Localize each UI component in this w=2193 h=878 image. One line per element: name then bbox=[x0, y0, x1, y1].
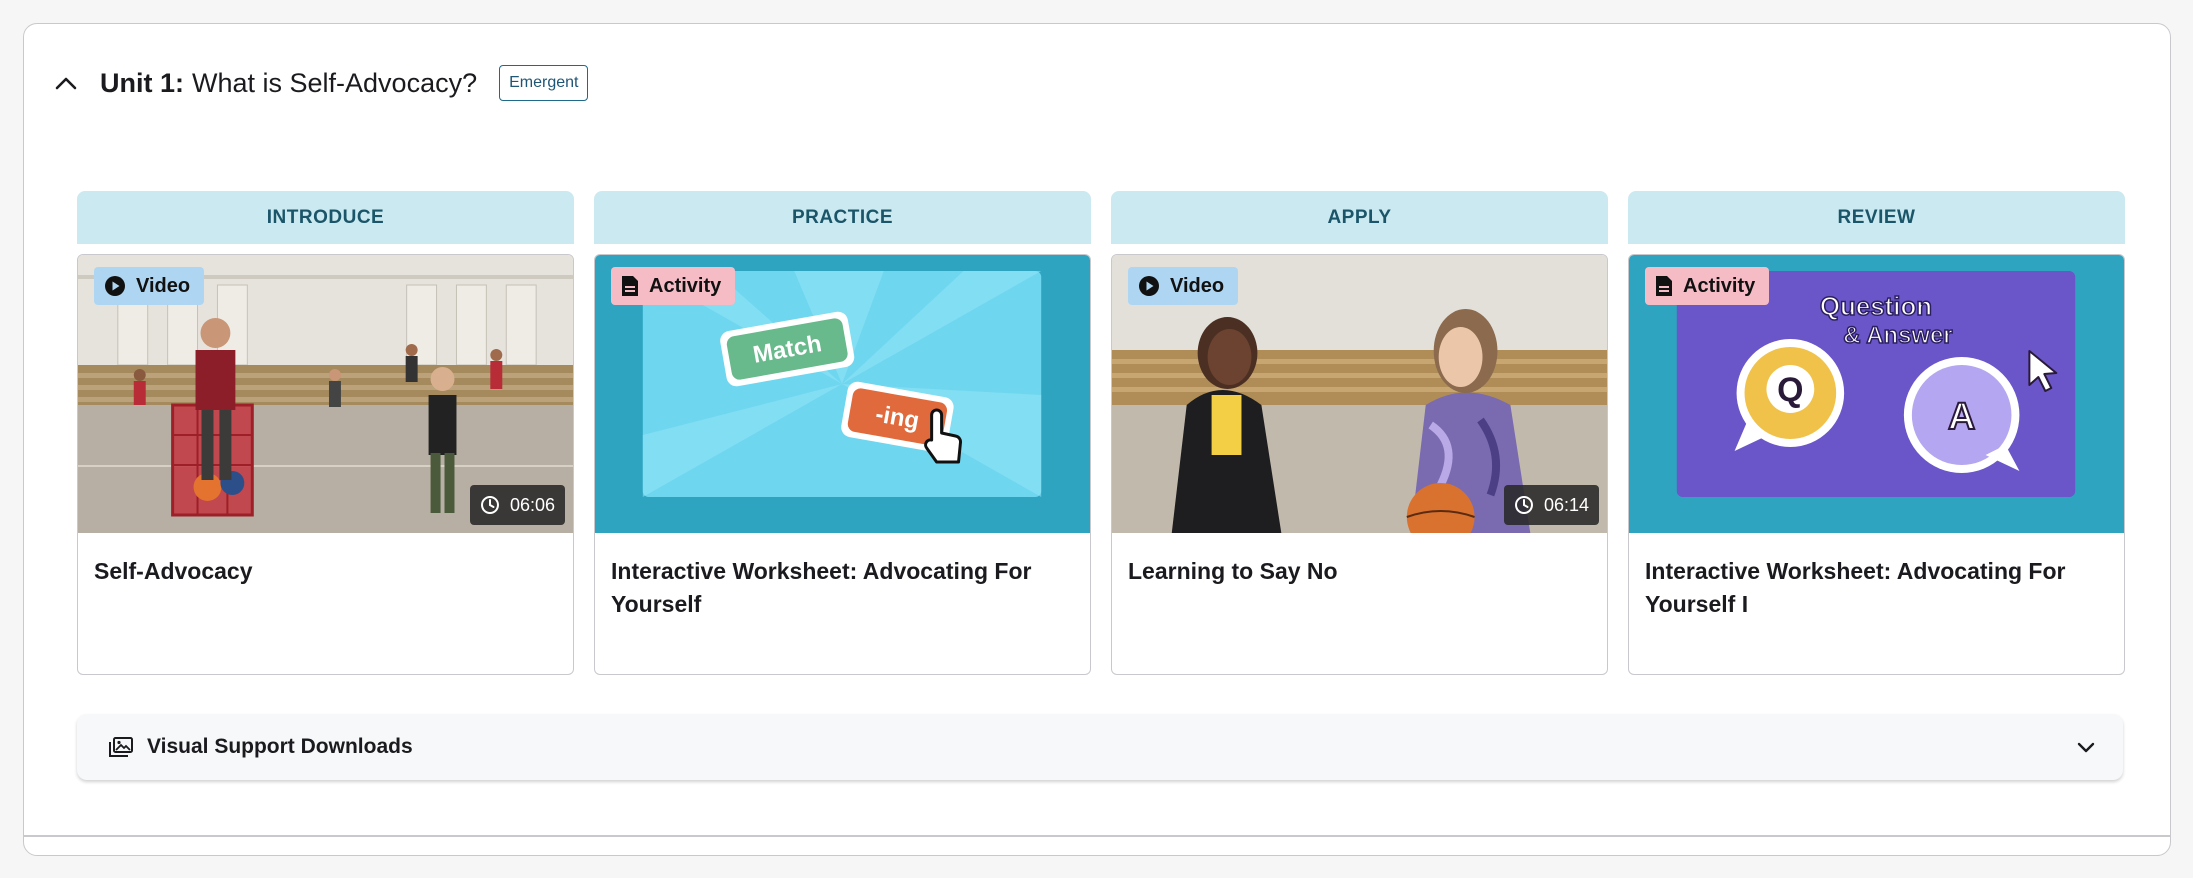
unit-title: Unit 1: What is Self-Advocacy? bbox=[100, 68, 477, 99]
content-type-badge: Activity bbox=[611, 267, 736, 305]
unit-header: Unit 1: What is Self-Advocacy? Emergent bbox=[50, 62, 589, 104]
content-type-label: Activity bbox=[649, 274, 722, 297]
art-text-q: Q bbox=[1777, 371, 1803, 409]
activity-thumbnail[interactable]: Match -ing Activity bbox=[595, 255, 1090, 533]
stage-practice: PRACTICE Match -ing Activity Interactive… bbox=[594, 191, 1091, 675]
chevron-up-icon bbox=[55, 77, 77, 90]
document-icon bbox=[1656, 276, 1672, 296]
lesson-card-self-advocacy[interactable]: Video 06:06 Self-Advocacy bbox=[77, 254, 574, 675]
stage-introduce: INTRODUCE Video 06:06 Self-Advocacy bbox=[77, 191, 574, 675]
duration-badge: 06:14 bbox=[1503, 485, 1599, 525]
video-thumbnail[interactable]: Video 06:06 bbox=[78, 255, 573, 533]
stage-header: PRACTICE bbox=[594, 191, 1091, 244]
image-gallery-icon bbox=[109, 737, 133, 757]
collapse-button[interactable] bbox=[50, 67, 82, 99]
duration-text: 06:06 bbox=[509, 494, 555, 515]
content-type-label: Video bbox=[136, 274, 191, 297]
lesson-card-worksheet[interactable]: Match -ing Activity Interactive Workshee… bbox=[594, 254, 1091, 675]
art-text-a: A bbox=[1948, 396, 1975, 438]
duration-text: 06:14 bbox=[1543, 494, 1589, 515]
stage-header: REVIEW bbox=[1628, 191, 2125, 244]
activity-thumbnail[interactable]: Question & Answer Q A Activity bbox=[1629, 255, 2124, 533]
content-type-label: Video bbox=[1170, 274, 1225, 297]
lesson-card-worksheet-review[interactable]: Question & Answer Q A Activity Interacti… bbox=[1628, 254, 2125, 675]
unit-number: Unit 1: bbox=[100, 67, 184, 98]
unit-name: What is Self-Advocacy? bbox=[192, 67, 478, 98]
stage-review: REVIEW Question & Answer Q A Activity In… bbox=[1628, 191, 2125, 675]
content-type-badge: Activity bbox=[1645, 267, 1770, 305]
card-title[interactable]: Self-Advocacy bbox=[78, 533, 573, 588]
play-circle-icon bbox=[105, 276, 125, 296]
card-title[interactable]: Learning to Say No bbox=[1112, 533, 1607, 588]
content-type-label: Activity bbox=[1683, 274, 1756, 297]
document-icon bbox=[622, 276, 638, 296]
downloads-label: Visual Support Downloads bbox=[147, 735, 413, 758]
card-title[interactable]: Interactive Worksheet: Advocating For Yo… bbox=[1629, 533, 2124, 621]
art-text-answer: & Answer bbox=[1843, 322, 1952, 349]
clock-icon bbox=[480, 496, 499, 514]
play-circle-icon bbox=[1139, 276, 1159, 296]
visual-support-downloads-toggle[interactable]: Visual Support Downloads bbox=[77, 714, 2123, 780]
divider bbox=[23, 835, 2171, 837]
stage-header: INTRODUCE bbox=[77, 191, 574, 244]
level-badge: Emergent bbox=[499, 65, 589, 101]
card-title[interactable]: Interactive Worksheet: Advocating For Yo… bbox=[595, 533, 1090, 621]
lesson-stages: INTRODUCE Video 06:06 Self-Advocacy PRAC… bbox=[77, 191, 2125, 675]
video-thumbnail[interactable]: Video 06:14 bbox=[1112, 255, 1607, 533]
stage-header: APPLY bbox=[1111, 191, 1608, 244]
content-type-badge: Video bbox=[1128, 267, 1239, 305]
clock-icon bbox=[1514, 496, 1533, 514]
lesson-card-learning-to-say-no[interactable]: Video 06:14 Learning to Say No bbox=[1111, 254, 1608, 675]
duration-badge: 06:06 bbox=[469, 485, 565, 525]
art-text-question: Question bbox=[1820, 293, 1932, 321]
stage-apply: APPLY Video 06:14 Learning to Say No bbox=[1111, 191, 1608, 675]
chevron-down-icon bbox=[2077, 742, 2095, 752]
content-type-badge: Video bbox=[94, 267, 205, 305]
